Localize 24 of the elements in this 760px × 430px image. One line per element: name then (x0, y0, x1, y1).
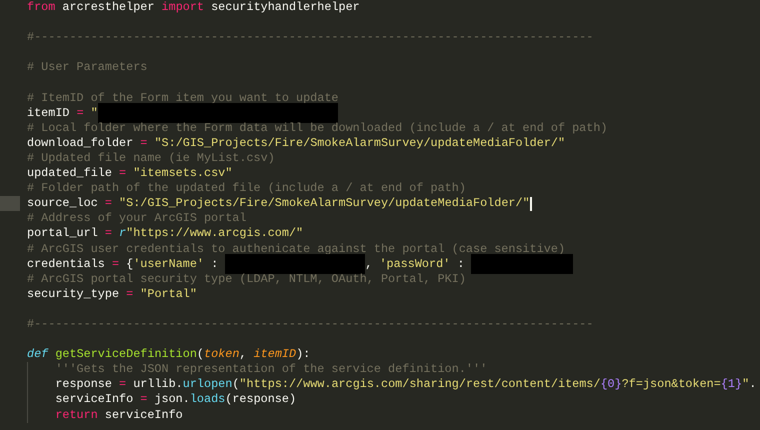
code-text: # Updated file name (ie MyList.csv) (27, 150, 275, 166)
code-text: def getServiceDefinition(token, itemID): (27, 347, 310, 362)
code-text: credentials = {'userName' : (27, 256, 220, 272)
code-text: download_folder = "S:/GIS_Projects/Fire/SmokeAlarmSurvey/updateMediaFolder/" (27, 136, 566, 151)
code-text: # Folder path of the updated file (include a / at end of path) (27, 181, 466, 196)
code-text: itemID = " (27, 106, 98, 121)
code-text: #------------------------------------------------------------------------------- (27, 316, 594, 332)
code-text: return serviceInfo (55, 408, 183, 423)
code-text: '''Gets the JSON representation of the service definition.''' (55, 362, 488, 378)
code-text: source_loc = "S:/GIS_Projects/Fire/SmokeAlarmSurvey/updateMediaFolder/" (27, 196, 530, 212)
code-text: serviceInfo = json.loads(response) (55, 392, 296, 408)
code-text: , 'passWord' : (365, 256, 466, 272)
code-text: # Local folder where the Form data will be downloaded (include a / at end of path) (27, 120, 608, 136)
code-text: # ItemID of the Form item you want to update (27, 90, 338, 106)
code-text: response = urllib.urlopen("https://www.arcgis.com/sharing/rest/content/items/{0}?f=json&token={1}". (55, 377, 756, 392)
code-text: security_type = "Portal" (27, 286, 197, 302)
code-text: # Address of your ArcGIS portal (27, 211, 246, 226)
code-text: # ArcGIS user credentials to authenicate against the portal (case sensitive) (27, 242, 566, 257)
code-text: # User Parameters (27, 60, 148, 76)
code-text: portal_url = r"https://www.arcgis.com/" (27, 226, 304, 242)
code-text: #------------------------------------------------------------------------------- (27, 30, 594, 46)
code-text: updated_file = "itemsets.csv" (27, 166, 232, 182)
code-text: from arcresthelper import securityhandlerhelper (27, 0, 360, 16)
code-text: # ArcGIS portal security type (LDAP, NTLM, OAuth, Portal, PKI) (27, 272, 466, 287)
